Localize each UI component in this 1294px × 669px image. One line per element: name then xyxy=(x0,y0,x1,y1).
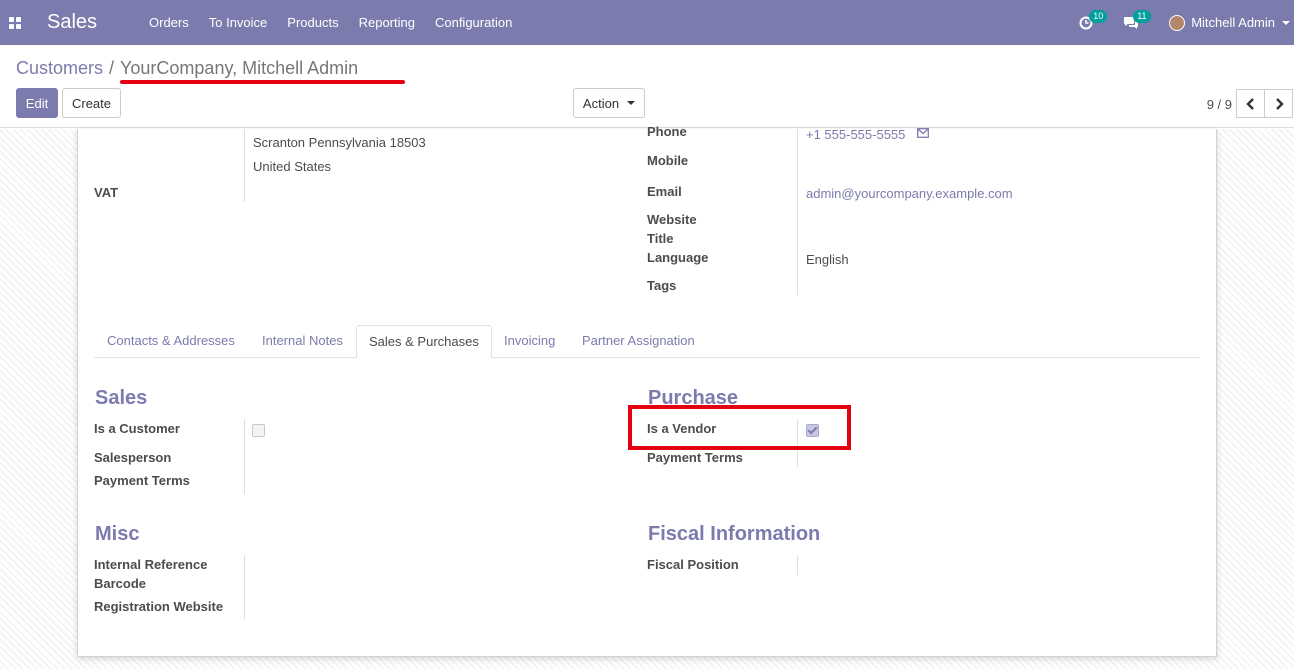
barcode-label: Barcode xyxy=(94,576,147,591)
control-panel: Customers / YourCompany, Mitchell Admin Ed… xyxy=(0,45,1294,128)
breadcrumb-current: YourCompany, Mitchell Admin xyxy=(120,58,359,78)
website-label: Website xyxy=(647,212,697,227)
phone-link[interactable]: +1 555-555-5555 xyxy=(806,127,905,142)
phone-label: Phone xyxy=(647,124,687,139)
app-brand[interactable]: Sales xyxy=(47,11,139,34)
is-customer-checkbox[interactable] xyxy=(252,424,265,437)
menu-reporting[interactable]: Reporting xyxy=(359,15,415,30)
pager-next-button[interactable] xyxy=(1264,89,1293,118)
is-customer-label: Is a Customer xyxy=(94,421,180,436)
notebook-tabs: Contacts & Addresses Internal Notes Sale… xyxy=(94,325,1200,358)
apps-menu-icon[interactable] xyxy=(9,15,25,31)
title-label: Title xyxy=(647,231,674,246)
tab-sales-purchases[interactable]: Sales & Purchases xyxy=(356,325,492,358)
form-sheet xyxy=(77,129,1217,657)
field-divider xyxy=(244,555,245,620)
tab-partner-assignation[interactable]: Partner Assignation xyxy=(570,325,707,358)
mobile-label: Mobile xyxy=(647,153,689,168)
email-label: Email xyxy=(647,184,682,199)
registration-website-label: Registration Website xyxy=(94,599,224,614)
tags-label: Tags xyxy=(647,278,677,293)
action-button[interactable]: Action xyxy=(573,88,645,118)
action-label: Action xyxy=(582,95,620,111)
highlight-box xyxy=(628,405,851,450)
sales-section-title: Sales xyxy=(95,387,148,409)
menu-configuration[interactable]: Configuration xyxy=(435,15,512,30)
menu-products[interactable]: Products xyxy=(287,15,338,30)
field-divider xyxy=(244,419,245,494)
user-menu[interactable]: Mitchell Admin xyxy=(1169,14,1292,31)
tab-invoicing[interactable]: Invoicing xyxy=(492,325,567,358)
pager-previous-button[interactable] xyxy=(1236,89,1265,118)
user-name: Mitchell Admin xyxy=(1191,15,1275,30)
salesperson-label: Salesperson xyxy=(94,450,172,465)
activity-count-badge: 10 xyxy=(1089,9,1108,23)
tab-contacts-addresses[interactable]: Contacts & Addresses xyxy=(95,325,247,358)
breadcrumb-customers[interactable]: Customers xyxy=(16,58,103,78)
fiscal-section-title: Fiscal Information xyxy=(648,523,821,545)
menu-to-invoice[interactable]: To Invoice xyxy=(209,15,268,30)
pager-value[interactable]: 9 / 9 xyxy=(1207,97,1232,112)
message-count-badge: 11 xyxy=(1133,9,1151,23)
activity-menu[interactable]: 10 xyxy=(1079,9,1108,30)
address-country: United States xyxy=(253,159,332,174)
avatar xyxy=(1169,14,1186,31)
edit-button[interactable]: Edit xyxy=(16,88,58,118)
envelope-icon[interactable] xyxy=(917,128,929,138)
field-divider xyxy=(244,129,245,202)
sales-payment-terms-label: Payment Terms xyxy=(94,473,190,488)
field-divider xyxy=(797,555,798,575)
chevron-left-icon xyxy=(1245,97,1254,110)
email-link[interactable]: admin@yourcompany.example.com xyxy=(806,186,1013,201)
caret-down-icon xyxy=(627,101,636,105)
breadcrumb-separator: / xyxy=(109,58,115,78)
internal-reference-label: Internal Reference xyxy=(94,557,208,572)
caret-down-icon xyxy=(1282,20,1290,25)
language-label: Language xyxy=(647,250,709,265)
fiscal-position-label: Fiscal Position xyxy=(647,557,739,572)
field-divider xyxy=(797,129,798,295)
misc-section-title: Misc xyxy=(95,523,140,545)
address-city-line: Scranton Pennsylvania 18503 xyxy=(253,135,426,150)
vat-label: VAT xyxy=(94,185,119,200)
create-button[interactable]: Create xyxy=(62,88,121,118)
main-menu: Orders To Invoice Products Reporting Con… xyxy=(149,15,532,30)
messaging-menu[interactable]: 11 xyxy=(1123,9,1151,30)
tab-internal-notes[interactable]: Internal Notes xyxy=(250,325,355,358)
chevron-right-icon xyxy=(1275,97,1284,110)
breadcrumb: Customers / YourCompany, Mitchell Admin xyxy=(16,58,358,79)
highlight-underline xyxy=(120,80,405,84)
language-value: English xyxy=(806,252,849,267)
menu-orders[interactable]: Orders xyxy=(149,15,189,30)
top-navbar: Sales Orders To Invoice Products Reporti… xyxy=(0,0,1294,45)
purchase-payment-terms-label: Payment Terms xyxy=(647,450,743,465)
